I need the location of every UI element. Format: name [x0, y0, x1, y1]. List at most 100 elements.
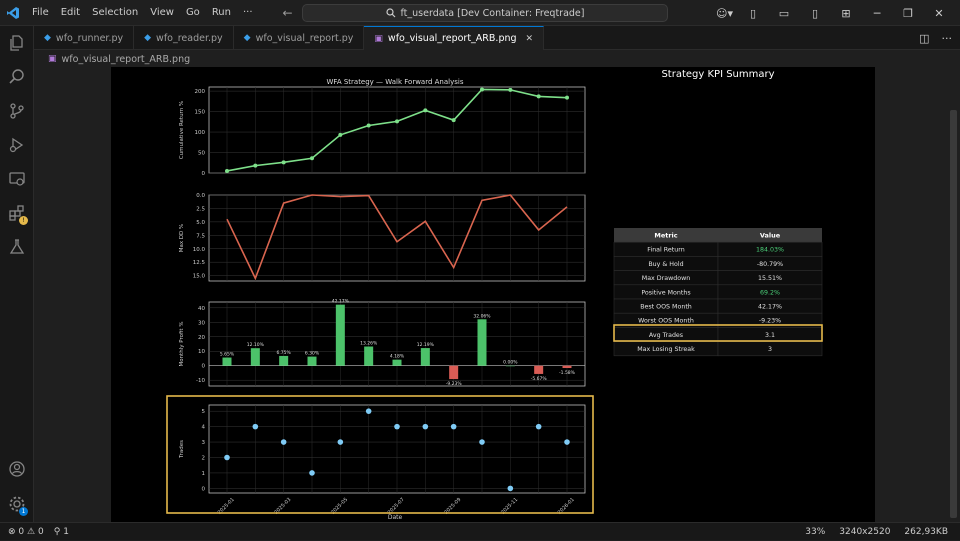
scatter-point: [365, 408, 372, 414]
breadcrumb-file[interactable]: wfo_visual_report_ARB.png: [62, 54, 191, 65]
y-tick-label: 30: [198, 320, 205, 326]
tab-wfo-reader[interactable]: ◆ wfo_reader.py: [134, 26, 234, 50]
remote-explorer-icon[interactable]: [0, 164, 34, 194]
copilot-icon[interactable]: ☺▾: [716, 7, 733, 20]
y-tick-label: 10: [198, 349, 205, 355]
kpi-metric-value: 42.17%: [758, 304, 782, 311]
back-arrow-icon[interactable]: ←: [283, 6, 293, 20]
toggle-sidebar-icon[interactable]: ▯: [742, 7, 764, 20]
kpi-title: Strategy KPI Summary: [661, 69, 774, 80]
bar-data-label: -5.67%: [531, 376, 548, 382]
minimize-icon[interactable]: ─: [866, 7, 888, 20]
zoom-level[interactable]: 33%: [805, 527, 825, 537]
command-center-label: ft_userdata [Dev Container: Freqtrade]: [400, 7, 585, 19]
data-point: [338, 132, 343, 137]
bar: [307, 356, 317, 366]
bar: [279, 355, 289, 366]
run-debug-icon[interactable]: [0, 130, 34, 160]
bar-data-label: 4.18%: [390, 354, 405, 360]
data-point: [508, 87, 513, 92]
kpi-metric-value: 15.51%: [758, 275, 782, 282]
scatter-point: [337, 439, 344, 445]
manage-badge: 1: [19, 507, 28, 516]
data-point: [480, 87, 484, 92]
error-count: 0: [18, 526, 25, 537]
y-tick-label: 5: [202, 409, 206, 415]
menu-edit[interactable]: Edit: [55, 7, 86, 18]
extensions-icon[interactable]: !: [0, 198, 34, 228]
y-tick-label: -10: [196, 378, 205, 384]
bar: [449, 365, 459, 380]
bar-data-label: 32.06%: [473, 313, 491, 319]
image-file-icon: ▣: [48, 54, 57, 64]
kpi-metric-label: Max Drawdown: [642, 275, 690, 282]
scatter-point: [422, 423, 429, 430]
bar-data-label: 12.10%: [247, 342, 265, 348]
menu-selection[interactable]: Selection: [86, 7, 144, 18]
problems-indicator[interactable]: ⊗ 0 ⚠ 0: [8, 527, 44, 537]
menu-more[interactable]: ···: [237, 7, 259, 18]
split-editor-icon[interactable]: ◫: [919, 32, 929, 45]
y-tick-label: 12.5: [193, 260, 206, 266]
scatter-point: [309, 470, 315, 476]
tab-wfo-runner[interactable]: ◆ wfo_runner.py: [34, 26, 135, 50]
y-axis-label: Trades: [179, 440, 185, 459]
tab-wfo-visual-report-arb-png[interactable]: ▣ wfo_visual_report_ARB.png ✕: [364, 26, 545, 50]
source-control-icon[interactable]: [0, 96, 34, 126]
bar: [250, 348, 260, 366]
y-tick-label: 3: [202, 440, 206, 446]
ports-indicator[interactable]: ⚲ 1: [54, 527, 69, 537]
y-tick-label: 100: [195, 130, 206, 136]
more-actions-icon[interactable]: ···: [942, 32, 953, 45]
bar: [392, 359, 402, 366]
toggle-secondary-sidebar-icon[interactable]: ▯: [804, 7, 826, 20]
search-icon: [385, 8, 395, 18]
data-point: [423, 108, 428, 113]
kpi-metric-value: -80.79%: [757, 261, 783, 268]
data-point: [451, 118, 456, 123]
close-window-icon[interactable]: ✕: [928, 7, 950, 20]
scatter-point: [564, 439, 570, 445]
warning-count: 0: [37, 526, 44, 537]
y-tick-label: 150: [195, 110, 206, 116]
tab-wfo-visual-report[interactable]: ◆ wfo_visual_report.py: [234, 26, 365, 50]
testing-flask-icon[interactable]: [0, 232, 34, 262]
y-tick-label: 0: [202, 171, 206, 177]
data-point: [536, 94, 541, 99]
y-tick-label: 2.5: [196, 206, 205, 212]
chart-max-dd: 0.0 2.5 5.0 7.5 10.0 12.5 15.0 Max DD %: [179, 193, 586, 282]
vertical-scrollbar[interactable]: [950, 110, 957, 518]
command-center-search[interactable]: ft_userdata [Dev Container: Freqtrade]: [302, 4, 668, 22]
kpi-metric-label: Best OOS Month: [640, 304, 692, 311]
python-file-icon: ◆: [243, 33, 251, 43]
bar-data-label: 12.19%: [417, 342, 435, 348]
bar: [222, 357, 232, 366]
y-axis-label: Cumulative Return %: [179, 101, 185, 159]
y-tick-label: 5.0: [196, 220, 205, 226]
explorer-icon[interactable]: [0, 28, 34, 58]
close-icon[interactable]: ✕: [526, 34, 534, 44]
menu-go[interactable]: Go: [180, 7, 206, 18]
data-point: [253, 163, 258, 168]
menu-run[interactable]: Run: [206, 7, 237, 18]
manage-gear-icon[interactable]: 1: [0, 489, 34, 519]
scatter-point: [507, 485, 514, 492]
y-axis-label: Monthly Profit %: [179, 321, 185, 366]
restore-icon[interactable]: ❐: [897, 7, 919, 20]
customize-layout-icon[interactable]: ⊞: [835, 7, 857, 20]
bar-data-label: 0.00%: [503, 360, 518, 366]
bar-data-label: 42.17%: [332, 299, 350, 305]
kpi-metric-value: 3: [768, 346, 772, 353]
chart-cumulative-return: 0 50 100 150 200 Cumulative Return %: [179, 86, 586, 177]
error-icon: ⊗: [8, 526, 16, 537]
tab-label: wfo_visual_report.py: [255, 32, 354, 44]
bar: [534, 365, 544, 374]
account-icon[interactable]: [0, 454, 34, 484]
chart-trades: 012345Trades2025-01 2025-03 2025-05 2025-07…: [179, 404, 586, 516]
toggle-panel-icon[interactable]: ▭: [773, 7, 795, 20]
menu-view[interactable]: View: [144, 7, 180, 18]
status-bar: ⊗ 0 ⚠ 0 ⚲ 1 33% 3240x2520 262,93KB: [0, 522, 960, 540]
tab-label: wfo_visual_report_ARB.png: [387, 33, 517, 44]
menu-file[interactable]: File: [26, 7, 55, 18]
search-sidebar-icon[interactable]: [0, 62, 34, 92]
